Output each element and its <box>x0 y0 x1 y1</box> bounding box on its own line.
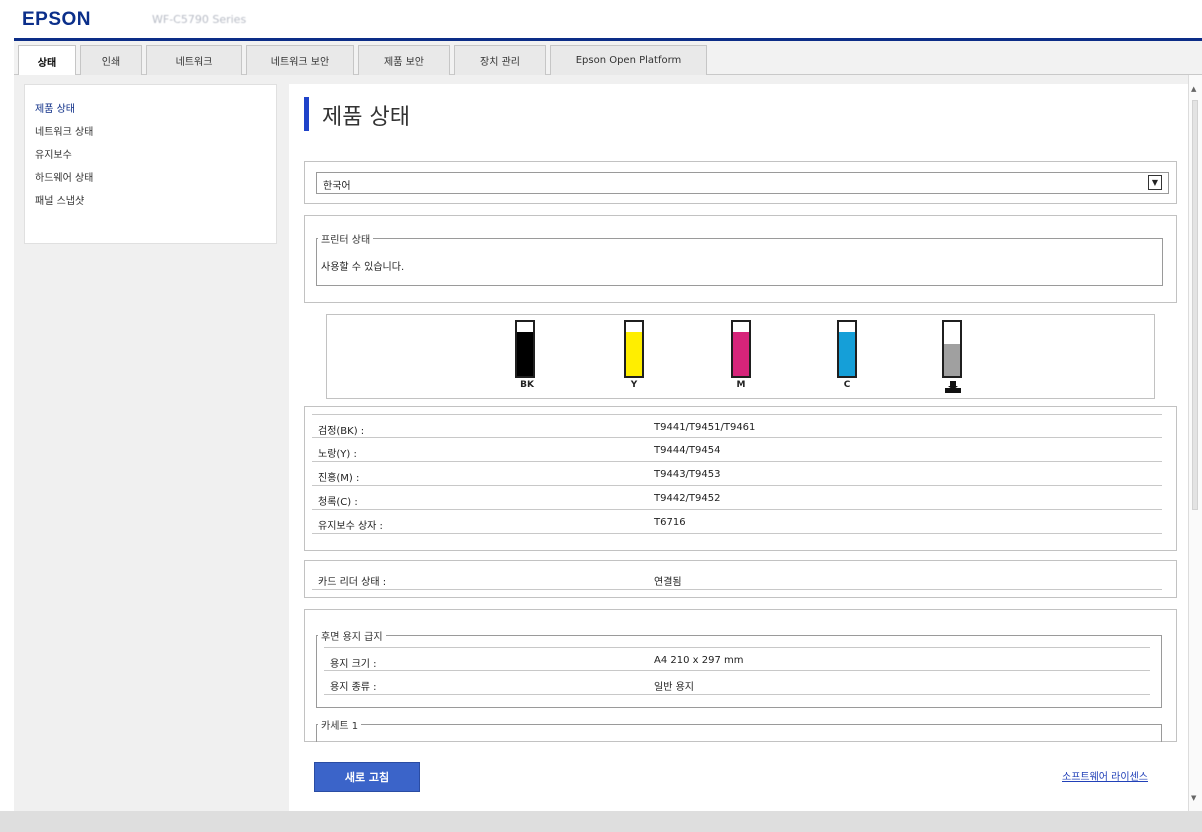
maintenance-box-icon <box>944 380 962 394</box>
title-accent <box>304 97 309 131</box>
cartridge-value: T6716 <box>654 517 686 528</box>
card-reader-key: 카드 리더 상태 : <box>318 577 387 588</box>
cartridge-value: T9444/T9454 <box>654 445 721 456</box>
refresh-button[interactable]: 새로 고침 <box>314 762 420 792</box>
model-name: WF-C5790 Series <box>152 13 247 26</box>
cartridge-value: T9442/T9452 <box>654 493 721 504</box>
paper-key: 용지 종류 : <box>330 682 377 693</box>
tab-network[interactable]: 네트워크 <box>146 45 242 75</box>
ink-m-label: M <box>736 380 746 390</box>
epson-logo: EPSON <box>22 9 92 30</box>
table-row: 검정(BK) : T9441/T9451/T9461 <box>312 414 1162 438</box>
scroll-cutoff <box>304 742 1177 802</box>
card-reader-row: 카드 리더 상태 : 연결됨 <box>312 566 1162 590</box>
cassette-group <box>316 724 1162 742</box>
cartridge-key: 진홍(M) : <box>318 473 360 484</box>
sidebar-item-network-status[interactable]: 네트워크 상태 <box>35 123 93 138</box>
ink-y-label: Y <box>630 380 638 390</box>
status-bar <box>0 811 1202 832</box>
scroll-down-icon[interactable]: ▼ <box>1191 794 1196 802</box>
table-row: 용지 크기 : A4 210 x 297 mm <box>324 647 1150 671</box>
maintenance-box-fill <box>944 343 960 376</box>
cassette-legend: 카세트 1 <box>318 717 362 732</box>
ink-y <box>624 320 644 378</box>
table-row: 용지 종류 : 일반 용지 <box>324 671 1150 695</box>
ink-y-fill <box>626 331 642 376</box>
ink-m <box>731 320 751 378</box>
cartridge-key: 청록(C) : <box>318 497 358 508</box>
ink-c-label: C <box>843 380 851 390</box>
ink-bk-label: BK <box>520 380 534 390</box>
table-row: 노랑(Y) : T9444/T9454 <box>312 438 1162 462</box>
table-row: 유지보수 상자 : T6716 <box>312 510 1162 534</box>
sidebar-item-product-status[interactable]: 제품 상태 <box>35 100 75 115</box>
tab-epson-open-platform[interactable]: Epson Open Platform <box>550 45 707 75</box>
sidebar-item-maintenance[interactable]: 유지보수 <box>35 146 72 161</box>
tab-device-management[interactable]: 장치 관리 <box>454 45 546 75</box>
printer-status-legend: 프린터 상태 <box>318 231 374 246</box>
scrollbar-thumb[interactable] <box>1192 100 1198 510</box>
ink-bk <box>515 320 535 378</box>
tab-bar: 상태 인쇄 네트워크 네트워크 보안 제품 보안 장치 관리 Epson Ope… <box>14 41 1202 76</box>
tab-network-security[interactable]: 네트워크 보안 <box>246 45 354 75</box>
printer-status-message: 사용할 수 있습니다. <box>321 262 405 273</box>
table-row: 진홍(M) : T9443/T9453 <box>312 462 1162 486</box>
ink-c-fill <box>839 331 855 376</box>
ink-m-fill <box>733 331 749 376</box>
cartridge-value: T9441/T9451/T9461 <box>654 422 756 433</box>
cartridge-value: T9443/T9453 <box>654 469 721 480</box>
sidebar: 제품 상태 네트워크 상태 유지보수 하드웨어 상태 패널 스냅샷 <box>24 84 277 244</box>
tab-status[interactable]: 상태 <box>18 45 76 76</box>
ink-c <box>837 320 857 378</box>
sidebar-item-panel-snapshot[interactable]: 패널 스냅샷 <box>35 192 84 207</box>
page-title: 제품 상태 <box>322 105 410 130</box>
sidebar-item-hardware-status[interactable]: 하드웨어 상태 <box>35 169 93 184</box>
rear-feed-legend: 후면 용지 급지 <box>318 628 386 643</box>
cartridge-key: 유지보수 상자 : <box>318 521 383 532</box>
tab-product-security[interactable]: 제품 보안 <box>358 45 450 75</box>
maintenance-box-level <box>942 320 962 378</box>
printer-status-group <box>316 238 1163 286</box>
paper-value: A4 210 x 297 mm <box>654 655 744 666</box>
header: EPSON WF-C5790 Series <box>0 0 1202 41</box>
cartridge-key: 검정(BK) : <box>318 426 365 437</box>
paper-value: 일반 용지 <box>654 682 694 693</box>
paper-key: 용지 크기 : <box>330 659 377 670</box>
table-row: 청록(C) : T9442/T9452 <box>312 486 1162 510</box>
scroll-up-icon[interactable]: ▲ <box>1191 85 1196 93</box>
language-select[interactable]: 한국어 <box>316 172 1169 194</box>
cartridge-key: 노랑(Y) : <box>318 449 357 460</box>
tab-print[interactable]: 인쇄 <box>80 45 142 75</box>
software-license-link[interactable]: 소프트웨어 라이센스 <box>1062 768 1148 783</box>
chevron-down-icon[interactable]: ▼ <box>1148 175 1162 190</box>
ink-bk-fill <box>517 331 533 376</box>
card-reader-value: 연결됨 <box>654 577 682 588</box>
